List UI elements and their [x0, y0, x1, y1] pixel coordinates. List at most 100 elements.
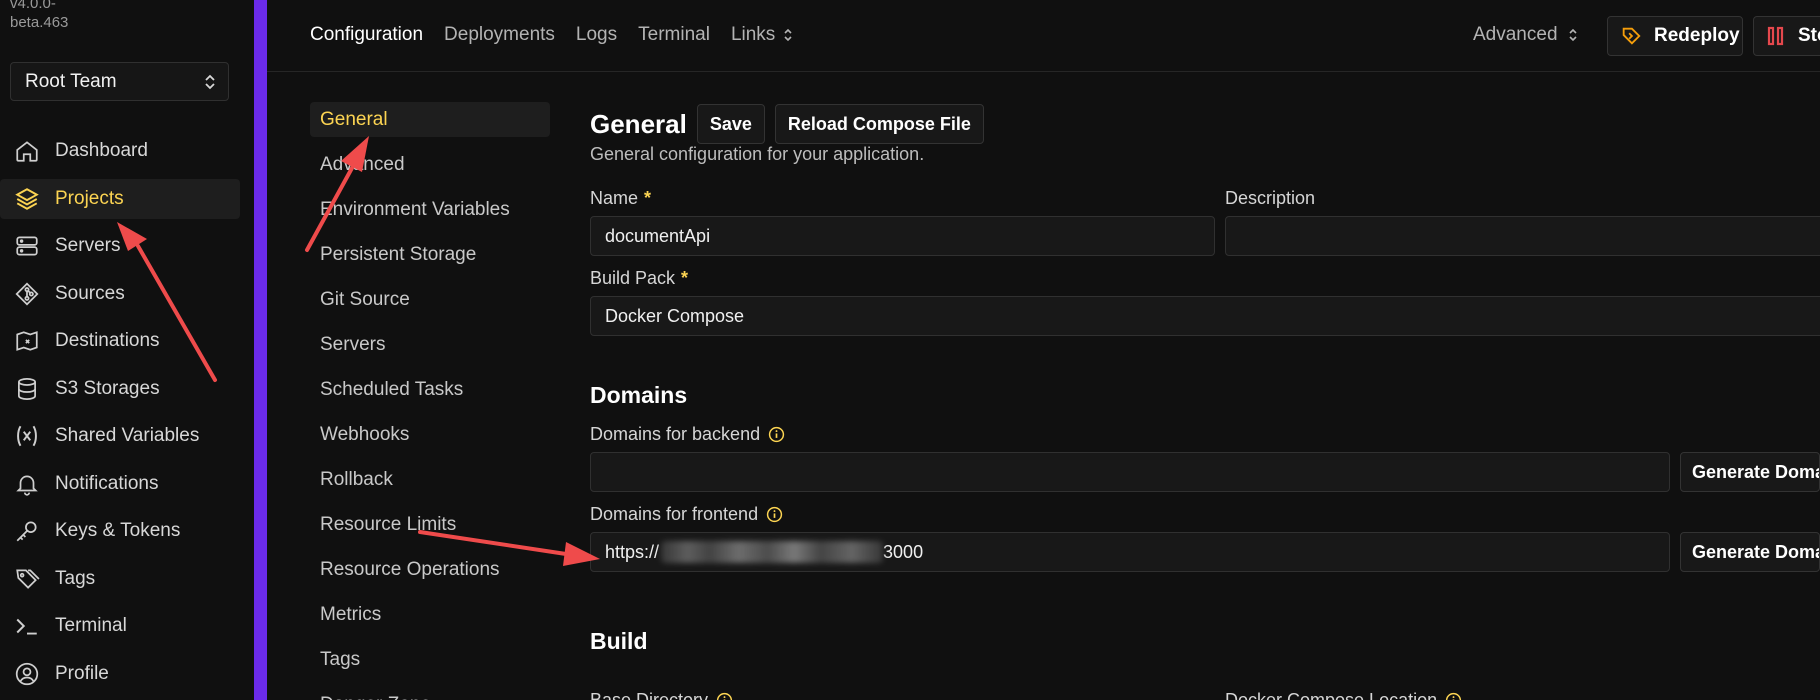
advanced-dropdown[interactable]: Advanced [1473, 24, 1578, 46]
chevron-up-down-icon [204, 73, 216, 91]
generate-domain-frontend-button[interactable]: Generate Domain [1680, 532, 1820, 572]
nav-item-servers[interactable]: Servers [0, 226, 240, 266]
nav-label: Tags [55, 567, 96, 589]
terminal-icon [12, 611, 42, 641]
build-pack-select[interactable]: Docker Compose [590, 296, 1820, 336]
subnav-tags[interactable]: Tags [310, 642, 550, 677]
compose-location-label: Docker Compose Location [1225, 690, 1462, 700]
variable-icon [12, 421, 42, 451]
subnav-scheduled-tasks[interactable]: Scheduled Tasks [310, 372, 550, 407]
nav-item-dashboard[interactable]: Dashboard [0, 131, 240, 171]
stop-label: Stop [1798, 25, 1820, 46]
backend-domains-input[interactable] [590, 452, 1670, 492]
name-label-text: Name [590, 188, 639, 208]
build-pack-label-text: Build Pack [590, 268, 676, 288]
frontend-domains-label-text: Domains for frontend [590, 504, 759, 524]
nav-item-notifications[interactable]: Notifications [0, 464, 240, 504]
nav-label: Projects [55, 187, 124, 209]
redeploy-label: Redeploy [1654, 25, 1740, 46]
nav-label: S3 Storages [55, 377, 160, 399]
page-title: General [590, 108, 687, 139]
generate-domain-backend-button[interactable]: Generate Domain [1680, 452, 1820, 492]
redeploy-button[interactable]: Redeploy [1607, 16, 1743, 56]
description-label-text: Description [1225, 188, 1316, 208]
build-section-title: Build [590, 628, 648, 654]
nav-item-sources[interactable]: Sources [0, 274, 240, 314]
general-header: General Save Reload Compose File [590, 104, 994, 144]
info-icon[interactable] [716, 692, 733, 700]
advanced-dropdown-label: Advanced [1473, 24, 1558, 45]
base-directory-label: Base Directory [590, 690, 733, 700]
nav-item-projects[interactable]: Projects [0, 178, 240, 219]
sidebar: v4.0.0-beta.463 Root Team Dashboard Proj… [0, 0, 254, 700]
database-icon [12, 374, 42, 404]
reload-compose-button[interactable]: Reload Compose File [774, 104, 984, 144]
subnav-resource-limits[interactable]: Resource Limits [310, 507, 550, 542]
tab-links[interactable]: Links [731, 24, 793, 46]
nav-label: Notifications [55, 472, 159, 494]
general-description: General configuration for your applicati… [590, 144, 925, 164]
chevron-up-down-icon [1568, 27, 1578, 43]
subnav-environment-variables[interactable]: Environment Variables [310, 192, 550, 227]
subnav-danger-zone[interactable]: Danger Zone [310, 687, 550, 700]
backend-domains-label: Domains for backend [590, 424, 785, 445]
stop-button[interactable]: Stop [1753, 16, 1820, 56]
nav-label: Dashboard [55, 140, 148, 161]
subnav-webhooks[interactable]: Webhooks [310, 417, 550, 452]
frontend-domains-label: Domains for frontend [590, 504, 783, 525]
frontend-domain-port: 3000 [883, 541, 924, 562]
nav-item-profile[interactable]: Profile [0, 654, 240, 694]
subnav-general[interactable]: General [310, 102, 550, 137]
nav-item-shared-variables[interactable]: Shared Variables [0, 416, 240, 456]
team-select[interactable]: Root Team [10, 62, 229, 101]
tab-logs[interactable]: Logs [576, 24, 617, 46]
key-icon [12, 516, 42, 546]
redeploy-icon [1620, 25, 1642, 47]
tags-icon [12, 564, 42, 594]
build-pack-label: Build Pack * [590, 268, 688, 289]
chevron-up-down-icon [783, 27, 793, 43]
version-label: v4.0.0-beta.463 [10, 0, 69, 31]
save-button[interactable]: Save [696, 104, 765, 144]
name-label: Name * [590, 188, 651, 209]
subnav-resource-operations[interactable]: Resource Operations [310, 552, 550, 587]
nav-label: Destinations [55, 330, 160, 351]
frontend-domains-input[interactable]: https:// 3000 [590, 532, 1670, 572]
info-icon[interactable] [768, 426, 785, 443]
settings-subnav: General Advanced Environment Variables P… [310, 102, 550, 700]
nav-item-terminal[interactable]: Terminal [0, 606, 240, 646]
subnav-servers[interactable]: Servers [310, 327, 550, 362]
nav-label: Sources [55, 282, 125, 304]
tab-deployments[interactable]: Deployments [444, 24, 555, 46]
tab-configuration[interactable]: Configuration [310, 24, 423, 46]
subnav-metrics[interactable]: Metrics [310, 597, 550, 632]
frontend-domain-prefix: https:// [605, 541, 660, 562]
server-icon [12, 231, 42, 261]
subnav-advanced[interactable]: Advanced [310, 147, 550, 182]
required-marker: * [644, 188, 652, 208]
topbar: Configuration Deployments Logs Terminal … [267, 0, 1820, 72]
nav-label: Profile [55, 662, 109, 684]
layers-icon [12, 184, 42, 214]
info-icon[interactable] [1445, 692, 1462, 700]
bell-icon [12, 469, 42, 499]
nav-item-s3-storages[interactable]: S3 Storages [0, 369, 240, 409]
tab-terminal[interactable]: Terminal [638, 24, 710, 46]
subnav-git-source[interactable]: Git Source [310, 282, 550, 317]
description-label: Description [1225, 188, 1315, 209]
sidebar-resize-bar [254, 0, 267, 700]
info-icon[interactable] [766, 506, 783, 523]
nav-item-keys-tokens[interactable]: Keys & Tokens [0, 511, 240, 551]
nav-item-destinations[interactable]: Destinations [0, 321, 240, 361]
main-nav: Dashboard Projects Servers Sources Desti… [0, 131, 242, 700]
subnav-persistent-storage[interactable]: Persistent Storage [310, 237, 550, 272]
tab-links-label: Links [730, 24, 776, 45]
compose-location-label-text: Docker Compose Location [1225, 690, 1438, 700]
description-field[interactable] [1225, 216, 1820, 256]
nav-item-tags[interactable]: Tags [0, 559, 240, 599]
subnav-rollback[interactable]: Rollback [310, 462, 550, 497]
nav-label: Terminal [55, 615, 127, 636]
home-icon [12, 136, 42, 166]
nav-label: Keys & Tokens [55, 520, 181, 541]
name-field[interactable]: documentApi [590, 216, 1215, 256]
